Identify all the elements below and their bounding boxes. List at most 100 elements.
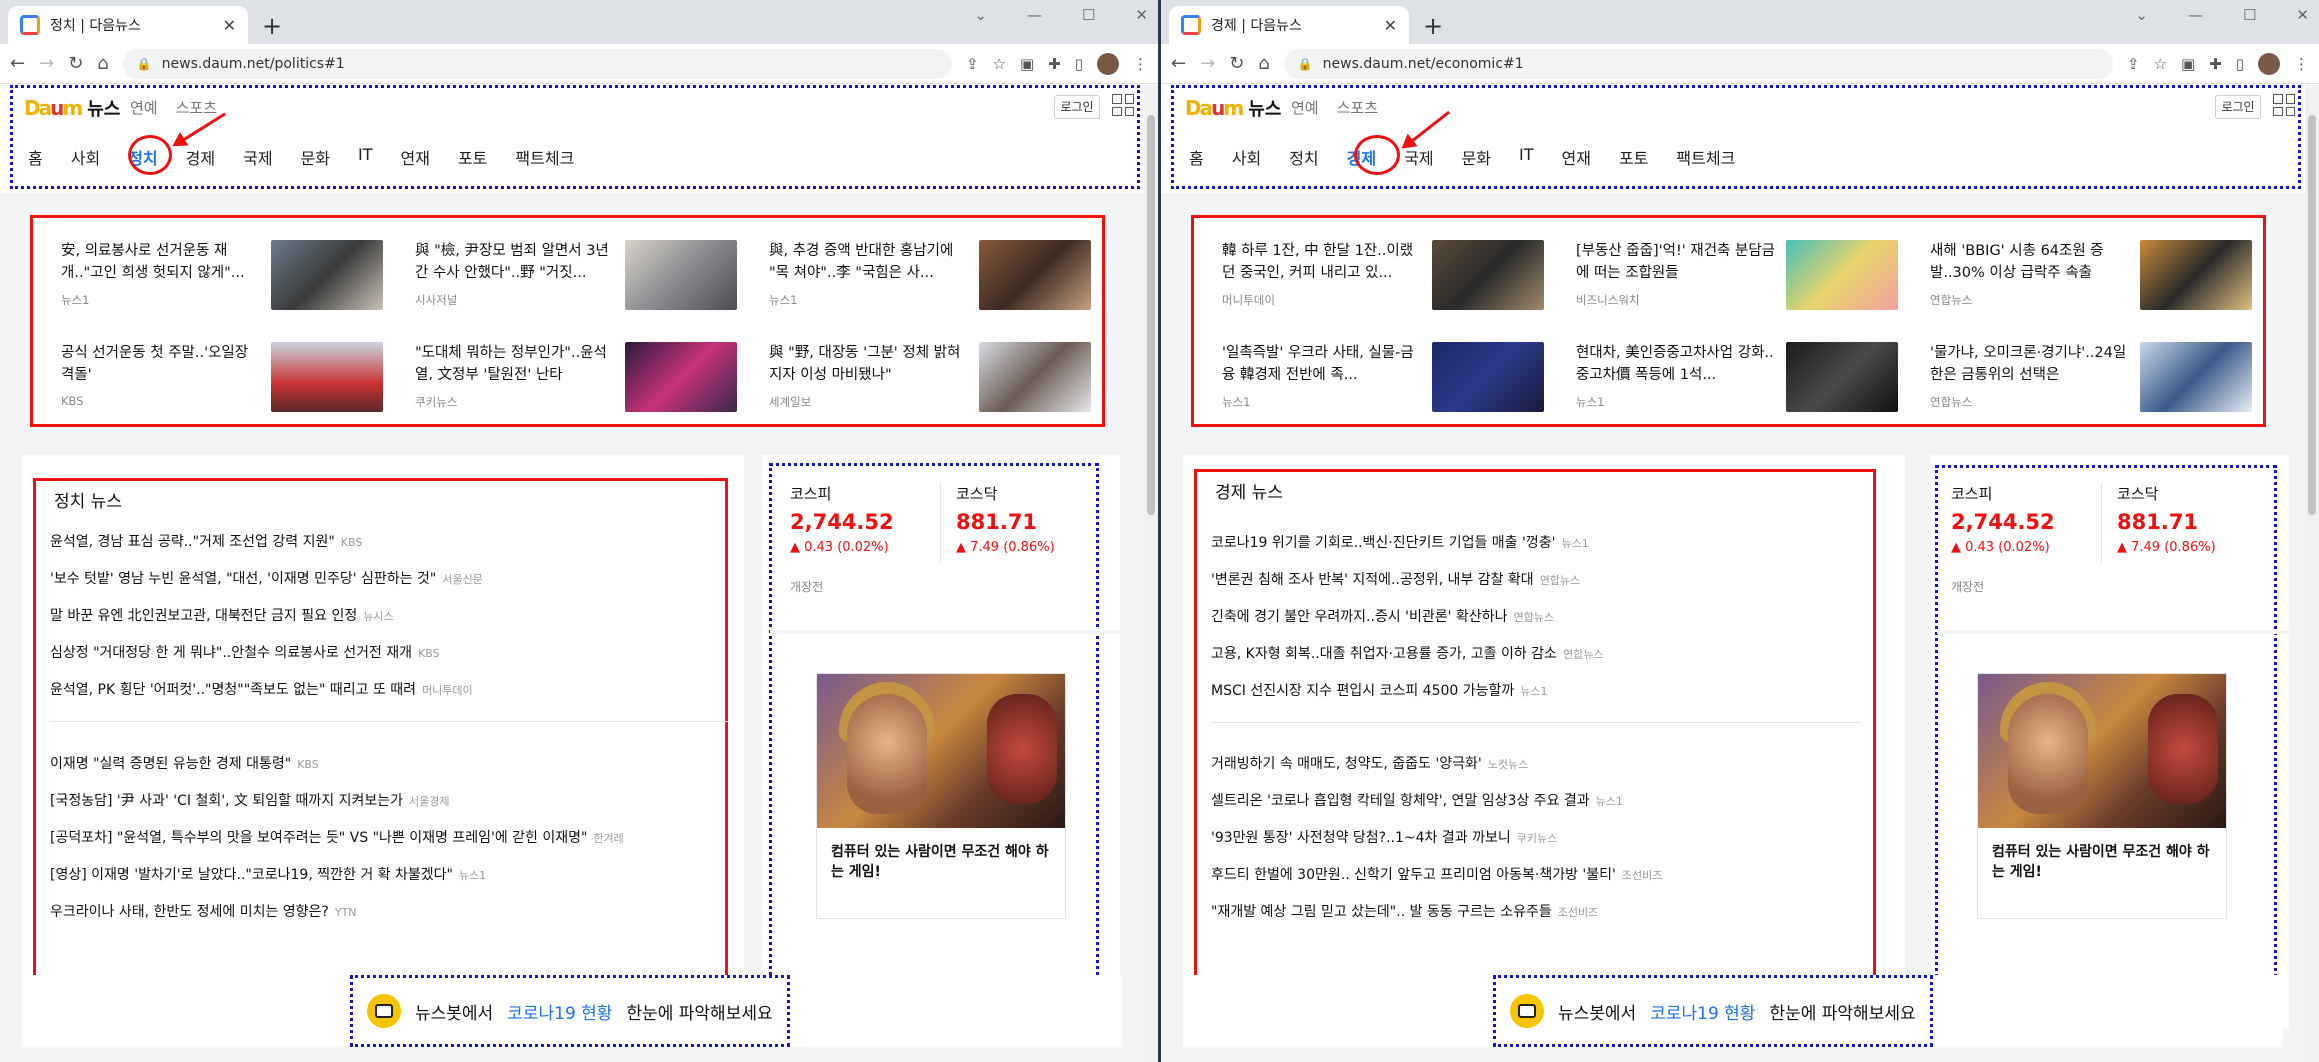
- scrollbar[interactable]: [2305, 85, 2319, 1062]
- close-tab-icon[interactable]: ✕: [223, 16, 236, 35]
- list-item[interactable]: 거래빙하기 속 매매도, 청약도, 줍줍도 '양극화' 노컷뉴스: [1211, 753, 1528, 773]
- close-window-icon[interactable]: ✕: [2296, 6, 2309, 24]
- puzzle-icon[interactable]: ✚: [2209, 55, 2222, 73]
- avatar[interactable]: [1097, 52, 1119, 75]
- bookmark-star-icon[interactable]: ☆: [2154, 55, 2167, 73]
- login-button[interactable]: 로그인: [2215, 95, 2261, 119]
- list-item[interactable]: [공덕포차] "윤석열, 특수부의 맛을 보여주려는 듯" VS "나쁜 이재명…: [50, 827, 624, 847]
- headline-item[interactable]: [부동산 줍줍]'억!' 재건축 분담금에 떠는 조합원들 비즈니스워치: [1566, 240, 1906, 314]
- newsbot-highlight[interactable]: 코로나19 현황: [1650, 999, 1755, 1024]
- extension-icon[interactable]: ▣: [2181, 55, 2195, 73]
- kosdaq-widget[interactable]: 코스닥 881.71 ▲ 7.49 (0.86%): [956, 483, 1055, 555]
- list-item[interactable]: 셀트리온 '코로나 흡입형 칵테일 항체약', 연말 임상3상 주요 결과 뉴스1: [1211, 790, 1623, 810]
- link-sports[interactable]: 스포츠: [176, 97, 217, 118]
- headline-item[interactable]: 현대차, 美인증중고차사업 강화..중고차價 폭등에 1석... 뉴스1: [1566, 342, 1906, 416]
- newsbot-banner[interactable]: 뉴스봇에서 코로나19 현황 한눈에 파악해보세요: [1493, 975, 1933, 1047]
- headline-thumbnail[interactable]: [625, 240, 737, 310]
- headline-item[interactable]: "도대체 뭐하는 정부인가"..윤석열, 文정부 '탈원전' 난타 쿠키뉴스: [405, 342, 745, 416]
- avatar[interactable]: [2258, 52, 2280, 75]
- news-title[interactable]: 말 바꾼 유엔 北인권보고관, 대북전단 금지 필요 인정: [50, 608, 357, 624]
- list-item[interactable]: [국정농담] '尹 사과' 'CI 철회', 文 퇴임할 때까지 지켜보는가 서울…: [50, 790, 449, 810]
- apps-grid-icon[interactable]: [1112, 94, 1134, 116]
- login-button[interactable]: 로그인: [1054, 95, 1100, 119]
- tab-home[interactable]: 홈: [1175, 145, 1218, 169]
- home-icon[interactable]: ⌂: [97, 53, 108, 74]
- headline-thumbnail[interactable]: [271, 342, 383, 412]
- back-icon[interactable]: ←: [10, 53, 25, 74]
- headline-thumbnail[interactable]: [1432, 240, 1544, 310]
- reload-icon[interactable]: ↻: [68, 53, 83, 74]
- ad-card[interactable]: 컴퓨터 있는 사람이면 무조건 해야 하는 게임!: [816, 673, 1066, 919]
- browser-tab[interactable]: 경제 | 다음뉴스 ✕: [1169, 6, 1409, 44]
- tab-culture[interactable]: 문화: [1448, 145, 1505, 169]
- forward-icon[interactable]: →: [39, 53, 54, 74]
- tab-factcheck[interactable]: 팩트체크: [1662, 145, 1749, 169]
- kebab-menu-icon[interactable]: ⋮: [2294, 55, 2309, 73]
- news-title[interactable]: "재개발 예상 그림 믿고 샀는데".. 발 동동 구르는 소유주들: [1211, 904, 1552, 920]
- headline-title[interactable]: 공식 선거운동 첫 주말..'오일장 격돌': [61, 342, 261, 386]
- headline-title[interactable]: [부동산 줍줍]'억!' 재건축 분담금에 떠는 조합원들: [1576, 240, 1776, 284]
- headline-thumbnail[interactable]: [1432, 342, 1544, 412]
- scrollbar-thumb[interactable]: [2308, 115, 2316, 515]
- tab-it[interactable]: IT: [1505, 145, 1548, 169]
- headline-thumbnail[interactable]: [979, 240, 1091, 310]
- list-item[interactable]: 긴축에 경기 불안 우려까지..증시 '비관론' 확산하나 연합뉴스: [1211, 606, 1554, 626]
- headline-title[interactable]: 현대차, 美인증중고차사업 강화..중고차價 폭등에 1석...: [1576, 342, 1776, 386]
- back-icon[interactable]: ←: [1171, 53, 1186, 74]
- headline-title[interactable]: 與 "檢, 尹장모 범죄 알면서 3년간 수사 안했다"..野 "거짓...: [415, 240, 615, 284]
- headline-item[interactable]: 與, 추경 증액 반대한 홍남기에 "목 쳐야"..李 "국힘은 사... 뉴스…: [759, 240, 1099, 314]
- headline-thumbnail[interactable]: [979, 342, 1091, 412]
- url-field[interactable]: 🔒 news.daum.net/economic#1: [1283, 48, 2113, 79]
- news-title[interactable]: [국정농담] '尹 사과' 'CI 철회', 文 퇴임할 때까지 지켜보는가: [50, 793, 403, 809]
- link-entertainment[interactable]: 연예: [130, 97, 158, 118]
- list-item[interactable]: 심상정 "거대정당 한 게 뭐냐"..안철수 의료봉사로 선거전 재개 KBS: [50, 642, 440, 662]
- apps-grid-icon[interactable]: [2273, 94, 2295, 116]
- news-title[interactable]: 윤석열, PK 횡단 '어퍼컷'.."명청""족보도 없는" 때리고 또 때려: [50, 682, 416, 698]
- tab-politics[interactable]: 정치: [1275, 145, 1332, 169]
- ad-card[interactable]: 컴퓨터 있는 사람이면 무조건 해야 하는 게임!: [1977, 673, 2227, 919]
- headline-title[interactable]: 새해 'BBIG' 시총 64조원 증발..30% 이상 급락주 속출: [1930, 240, 2130, 284]
- headline-thumbnail[interactable]: [1786, 342, 1898, 412]
- news-title[interactable]: '변론권 침해 조사 반복' 지적에..공정위, 내부 감찰 확대: [1211, 572, 1534, 588]
- news-title[interactable]: 코로나19 위기를 기회로..백신·진단키트 기업들 매출 '껑충': [1211, 535, 1555, 551]
- ad-text[interactable]: 컴퓨터 있는 사람이면 무조건 해야 하는 게임!: [831, 842, 1051, 882]
- newsbot-banner[interactable]: 뉴스봇에서 코로나19 현황 한눈에 파악해보세요: [350, 975, 790, 1047]
- news-title[interactable]: 셀트리온 '코로나 흡입형 칵테일 항체약', 연말 임상3상 주요 결과: [1211, 793, 1590, 809]
- news-title[interactable]: '보수 텃밭' 영남 누빈 윤석열, "대선, '이재명 민주당' 심판하는 것…: [50, 571, 436, 587]
- scrollbar[interactable]: [1144, 85, 1158, 1062]
- close-window-icon[interactable]: ✕: [1135, 6, 1148, 24]
- puzzle-icon[interactable]: ✚: [1048, 55, 1061, 73]
- link-entertainment[interactable]: 연예: [1291, 97, 1319, 118]
- news-title[interactable]: 이재명 "실력 증명된 유능한 경제 대통령": [50, 756, 291, 772]
- url-field[interactable]: 🔒 news.daum.net/politics#1: [122, 48, 952, 79]
- list-item[interactable]: '보수 텃밭' 영남 누빈 윤석열, "대선, '이재명 민주당' 심판하는 것…: [50, 568, 483, 588]
- headline-thumbnail[interactable]: [271, 240, 383, 310]
- sidebar-icon[interactable]: ▯: [1075, 55, 1083, 73]
- news-title[interactable]: 윤석열, 경남 표심 공략.."거제 조선업 강력 지원": [50, 534, 335, 550]
- new-tab-icon[interactable]: +: [1423, 12, 1443, 40]
- headline-item[interactable]: 與 "檢, 尹장모 범죄 알면서 3년간 수사 안했다"..野 "거짓... 시…: [405, 240, 745, 314]
- kospi-widget[interactable]: 코스피 2,744.52 ▲ 0.43 (0.02%): [1951, 483, 2055, 555]
- tab-world[interactable]: 국제: [229, 145, 286, 169]
- maximize-icon[interactable]: ☐: [2243, 6, 2256, 24]
- tab-home[interactable]: 홈: [14, 145, 57, 169]
- tab-factcheck[interactable]: 팩트체크: [501, 145, 588, 169]
- news-title[interactable]: 후드티 한벌에 30만원.. 신학기 앞두고 프리미엄 아동복·책가방 '불티': [1211, 867, 1616, 883]
- tab-series[interactable]: 연재: [387, 145, 444, 169]
- tab-it[interactable]: IT: [344, 145, 387, 169]
- headline-title[interactable]: 與 "野, 대장동 '그분' 정체 밝혀지자 이성 마비됐나": [769, 342, 969, 386]
- reload-icon[interactable]: ↻: [1229, 53, 1244, 74]
- tab-culture[interactable]: 문화: [287, 145, 344, 169]
- daum-logo[interactable]: Daum 뉴스: [1185, 95, 1281, 121]
- headline-thumbnail[interactable]: [2140, 240, 2252, 310]
- news-title[interactable]: [공덕포차] "윤석열, 특수부의 맛을 보여주려는 듯" VS "나쁜 이재명…: [50, 830, 587, 846]
- list-item[interactable]: 윤석열, PK 횡단 '어퍼컷'.."명청""족보도 없는" 때리고 또 때려 머…: [50, 679, 473, 699]
- list-item[interactable]: [영상] 이재명 '발차기'로 날았다.."코로나19, 찍깐한 거 확 차불겠…: [50, 864, 486, 884]
- headline-item[interactable]: 與 "野, 대장동 '그분' 정체 밝혀지자 이성 마비됐나" 세계일보: [759, 342, 1099, 416]
- browser-tab[interactable]: 정치 | 다음뉴스 ✕: [8, 6, 248, 44]
- sidebar-icon[interactable]: ▯: [2236, 55, 2244, 73]
- minimize-icon[interactable]: —: [1027, 6, 1042, 24]
- home-icon[interactable]: ⌂: [1258, 53, 1269, 74]
- share-icon[interactable]: ⇪: [2127, 55, 2140, 73]
- news-title[interactable]: 고용, K자형 회복..대졸 취업자·고용률 증가, 고졸 이하 감소: [1211, 646, 1557, 662]
